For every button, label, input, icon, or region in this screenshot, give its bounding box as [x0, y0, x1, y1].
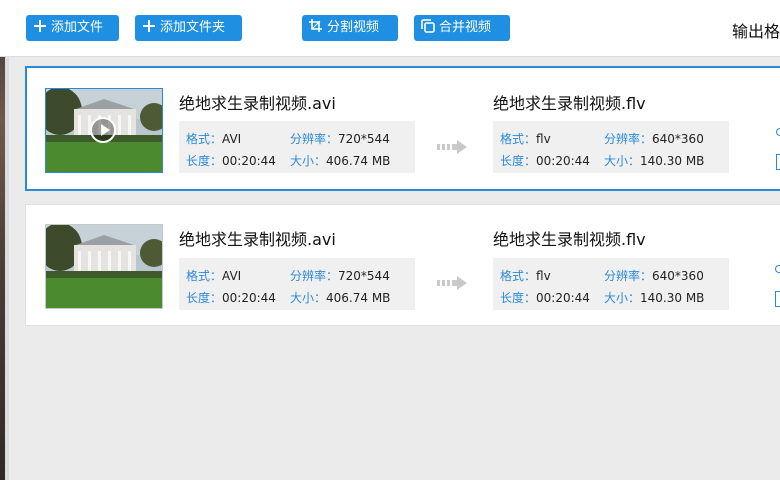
source-format: 格式：AVI — [186, 130, 241, 147]
duration-value: 00:20:44 — [222, 291, 276, 305]
source-size: 大小：406.74 MB — [290, 152, 390, 169]
file-row[interactable]: 绝地求生录制视频.avi 格式：AVI 分辨率：720*544 长度：00:20… — [25, 204, 780, 326]
duration-key: 长度： — [500, 291, 537, 305]
target-format: 格式：flv — [500, 130, 551, 147]
crop-icon — [308, 18, 324, 34]
source-info-panel: 格式：AVI 分辨率：720*544 长度：00:20:44 大小：406.74… — [179, 258, 415, 310]
arrow-right-icon — [437, 276, 467, 290]
merge-video-button[interactable]: 合并视频 — [414, 15, 510, 41]
size-key: 大小： — [604, 291, 641, 305]
source-file-name: 绝地求生录制视频.avi — [179, 230, 336, 249]
file-row[interactable]: 绝地求生录制视频.avi 格式：AVI 分辨率：720*544 长度：00:20… — [25, 66, 780, 191]
merge-video-label: 合并视频 — [439, 20, 492, 35]
format-value: AVI — [222, 132, 242, 146]
source-info-panel: 格式：AVI 分辨率：720*544 长度：00:20:44 大小：406.74… — [179, 121, 415, 173]
arrow-right-icon — [437, 140, 467, 154]
source-duration: 长度：00:20:44 — [186, 289, 276, 306]
edit-icon[interactable] — [775, 291, 780, 307]
output-format-label[interactable]: 输出格 — [732, 18, 780, 42]
format-key: 格式： — [186, 132, 223, 146]
format-value: flv — [536, 132, 551, 146]
split-video-button[interactable]: 分割视频 — [302, 15, 398, 41]
resolution-key: 分辨率： — [604, 269, 653, 283]
size-value: 406.74 MB — [326, 154, 391, 168]
source-file-name: 绝地求生录制视频.avi — [179, 94, 336, 113]
merge-icon — [420, 18, 436, 34]
plus-icon — [32, 18, 48, 34]
panel-shadow — [5, 56, 9, 480]
target-format: 格式：flv — [500, 267, 551, 284]
edit-icon[interactable] — [776, 154, 780, 170]
target-duration: 长度：00:20:44 — [500, 152, 590, 169]
source-format: 格式：AVI — [186, 267, 241, 284]
resolution-value: 640*360 — [652, 269, 704, 283]
target-resolution: 分辨率：640*360 — [604, 130, 704, 147]
source-duration: 长度：00:20:44 — [186, 152, 276, 169]
resolution-key: 分辨率： — [290, 269, 339, 283]
split-video-label: 分割视频 — [327, 20, 380, 35]
target-info-panel[interactable]: 格式：flv 分辨率：640*360 长度：00:20:44 大小：140.30… — [493, 121, 729, 173]
duration-value: 00:20:44 — [222, 154, 276, 168]
duration-key: 长度： — [186, 154, 223, 168]
size-key: 大小： — [604, 154, 641, 168]
row-tools[interactable] — [775, 261, 780, 311]
target-duration: 长度：00:20:44 — [500, 289, 590, 306]
settings-icon[interactable] — [776, 128, 780, 136]
resolution-value: 640*360 — [652, 132, 704, 146]
target-size: 大小：140.30 MB — [604, 289, 704, 306]
add-file-label: 添加文件 — [51, 20, 104, 35]
size-key: 大小： — [290, 291, 327, 305]
resolution-value: 720*544 — [338, 132, 390, 146]
format-value: AVI — [222, 269, 242, 283]
format-key: 格式： — [500, 269, 537, 283]
plus-icon — [141, 18, 157, 34]
format-key: 格式： — [186, 269, 223, 283]
size-value: 140.30 MB — [640, 291, 705, 305]
add-file-button[interactable]: 添加文件 — [26, 15, 119, 41]
source-size: 大小：406.74 MB — [290, 289, 390, 306]
duration-value: 00:20:44 — [536, 154, 590, 168]
add-folder-button[interactable]: 添加文件夹 — [135, 15, 242, 41]
toolbar: 添加文件 添加文件夹 分割视频 合并视频 输出格 — [0, 0, 780, 57]
format-key: 格式： — [500, 132, 537, 146]
row-tools[interactable] — [776, 124, 780, 174]
target-info-panel[interactable]: 格式：flv 分辨率：640*360 长度：00:20:44 大小：140.30… — [493, 258, 729, 310]
size-value: 140.30 MB — [640, 154, 705, 168]
resolution-key: 分辨率： — [604, 132, 653, 146]
resolution-value: 720*544 — [338, 269, 390, 283]
resolution-key: 分辨率： — [290, 132, 339, 146]
duration-key: 长度： — [500, 154, 537, 168]
duration-key: 长度： — [186, 291, 223, 305]
settings-icon[interactable] — [775, 265, 780, 273]
add-folder-label: 添加文件夹 — [160, 20, 226, 35]
video-thumbnail[interactable] — [45, 224, 163, 309]
duration-value: 00:20:44 — [536, 291, 590, 305]
target-resolution: 分辨率：640*360 — [604, 267, 704, 284]
target-file-name: 绝地求生录制视频.flv — [493, 230, 646, 249]
video-thumbnail[interactable] — [45, 88, 163, 173]
play-icon[interactable] — [90, 117, 116, 143]
target-size: 大小：140.30 MB — [604, 152, 704, 169]
size-value: 406.74 MB — [326, 291, 391, 305]
source-resolution: 分辨率：720*544 — [290, 267, 390, 284]
format-value: flv — [536, 269, 551, 283]
size-key: 大小： — [290, 154, 327, 168]
source-resolution: 分辨率：720*544 — [290, 130, 390, 147]
target-file-name: 绝地求生录制视频.flv — [493, 94, 646, 113]
